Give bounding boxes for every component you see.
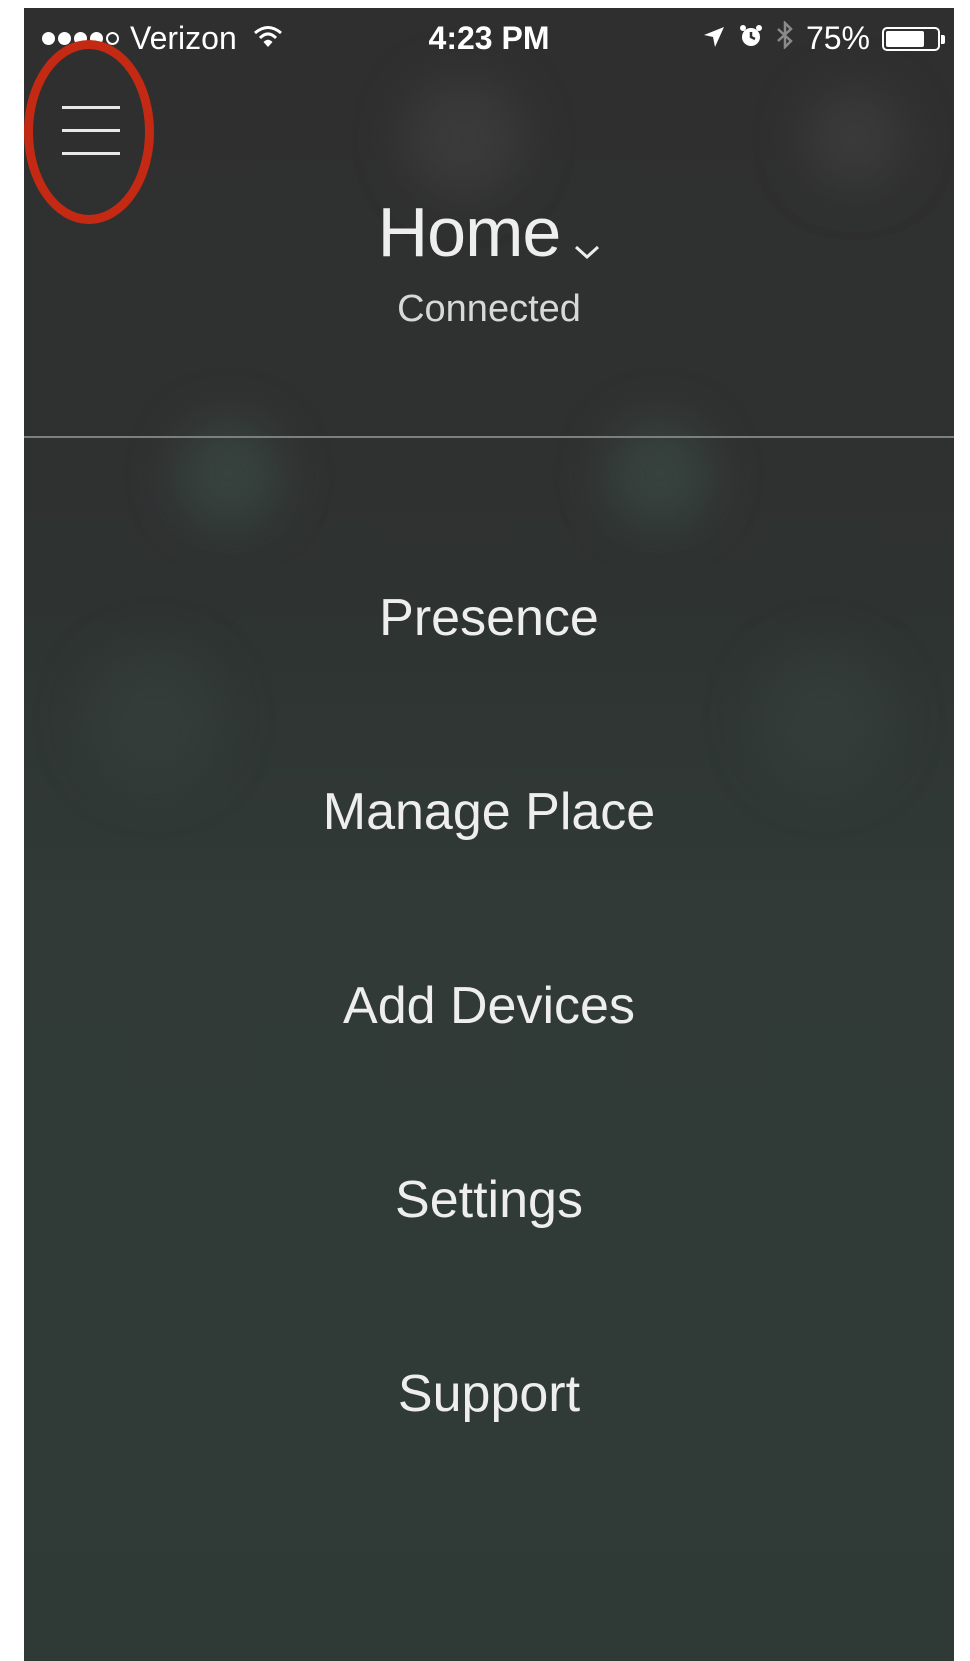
- menu-item-add-devices[interactable]: Add Devices: [24, 966, 954, 1046]
- main-menu: Presence Manage Place Add Devices Settin…: [24, 8, 954, 1661]
- menu-item-support[interactable]: Support: [24, 1354, 954, 1434]
- menu-item-manage-place[interactable]: Manage Place: [24, 772, 954, 852]
- menu-item-presence[interactable]: Presence: [24, 578, 954, 658]
- menu-item-settings[interactable]: Settings: [24, 1160, 954, 1240]
- app-screen: Verizon 4:23 PM 75% Home Connected Prese…: [24, 8, 954, 1661]
